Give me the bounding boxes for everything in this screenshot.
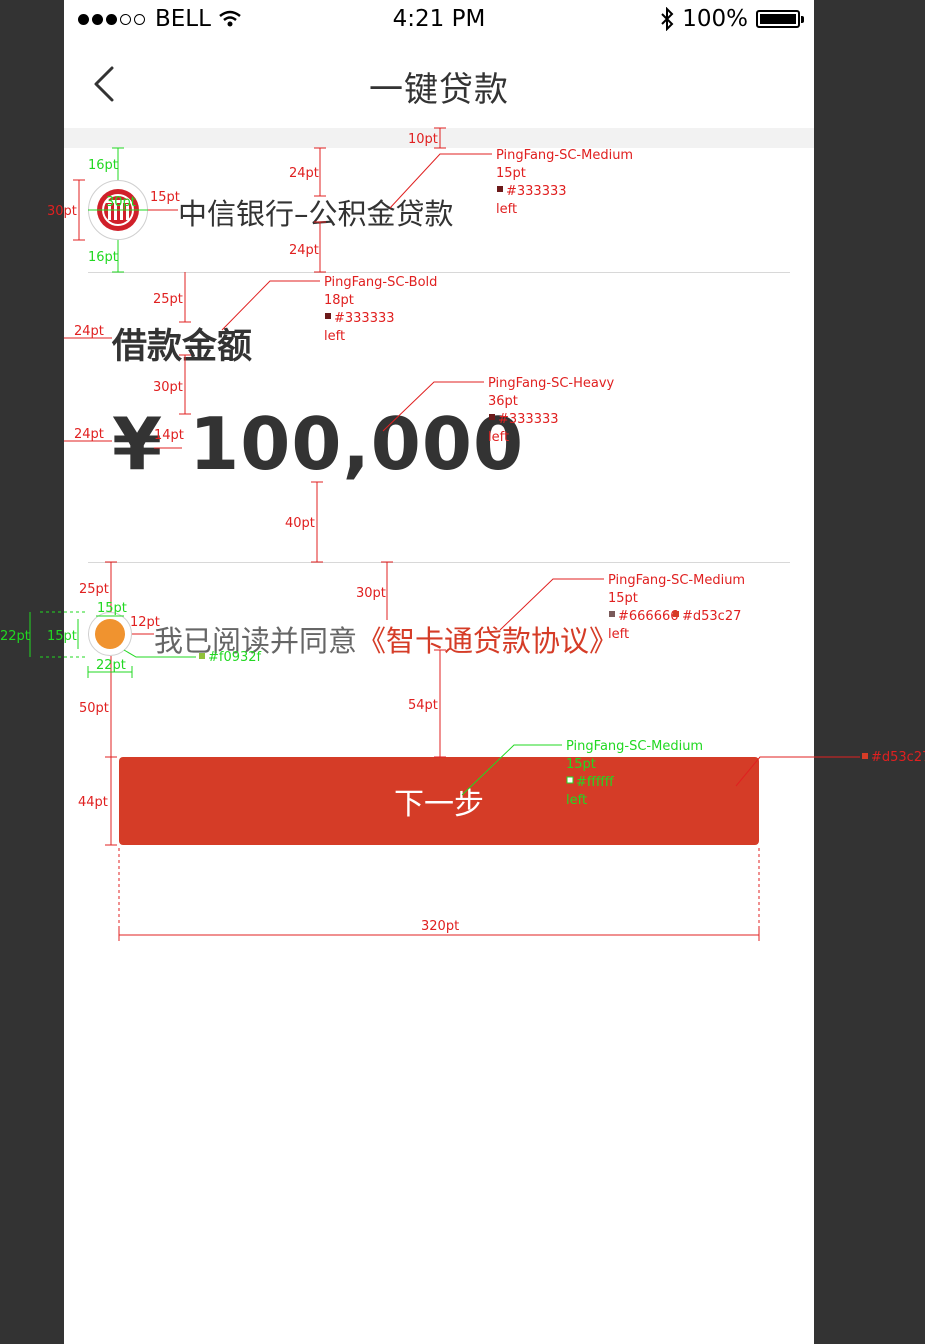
bank-logo <box>88 180 148 240</box>
agreement-link[interactable]: 《智卡通贷款协议》 <box>357 624 618 658</box>
agreement-prefix: 我已阅读并同意 <box>154 624 358 658</box>
divider <box>88 272 790 273</box>
divider <box>88 562 790 563</box>
section-separator <box>64 128 814 148</box>
battery-fill <box>760 14 796 24</box>
phone-screen: BELL 4:21 PM 100% 一键贷款 中信银行–公积金贷款 借款金额 ¥… <box>64 0 814 1344</box>
annotation-label: 22pt <box>0 629 30 644</box>
battery-percent: 100% <box>682 6 748 32</box>
checkbox-checked-indicator <box>95 619 125 649</box>
bluetooth-icon <box>661 7 674 31</box>
status-right: 100% <box>660 6 804 32</box>
nav-bar: 一键贷款 <box>64 40 814 128</box>
agreement-text: 我已阅读并同意《智卡通贷款协议》 <box>154 618 618 660</box>
next-step-button[interactable]: 下一步 <box>119 757 759 845</box>
annotation-color: #d53c27 <box>871 750 925 765</box>
battery-icon <box>756 10 804 28</box>
battery-cap <box>801 16 804 23</box>
citic-bank-logo-icon <box>97 189 139 231</box>
loan-amount-value: ¥ 100,000 <box>112 402 525 486</box>
agreement-checkbox[interactable] <box>88 612 132 656</box>
bank-product-name: 中信银行–公积金贷款 <box>178 197 454 231</box>
status-bar: BELL 4:21 PM 100% <box>64 0 814 40</box>
page-title: 一键贷款 <box>369 70 509 110</box>
loan-amount-label: 借款金额 <box>112 327 253 367</box>
